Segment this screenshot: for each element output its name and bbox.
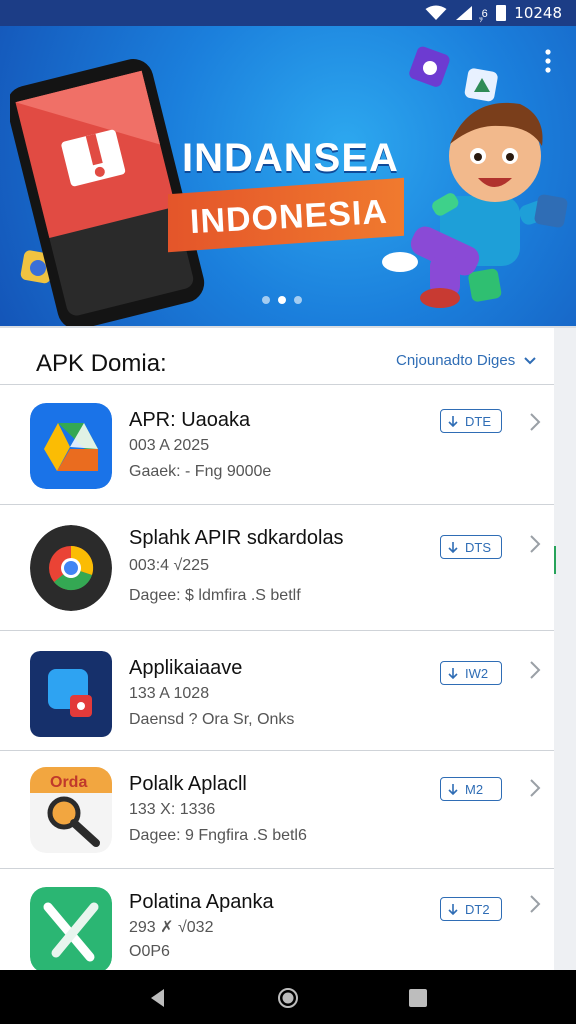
app-meta: Gaaek: - Fng 9000e (129, 463, 272, 480)
tools-icon (30, 887, 112, 973)
status-icons: ᪸᪹6 10248 (425, 3, 562, 23)
recents-icon[interactable] (406, 986, 430, 1010)
battery-icon (496, 5, 507, 21)
app-name: Polalk Aplacll (129, 773, 247, 795)
install-badge[interactable]: M2 (440, 777, 502, 801)
badge-label: DTE (465, 413, 491, 429)
navigation-bar (0, 970, 576, 1024)
app-meta: Daensd ? Ora Sr, Onks (129, 711, 295, 728)
app-date: 003 A 2025 (129, 437, 210, 454)
app-name: Polatina Apanka (129, 891, 274, 913)
chevron-right-icon[interactable] (528, 777, 542, 799)
app-date: 133 X: 1336 (129, 801, 216, 818)
install-badge[interactable]: IW2 (440, 661, 502, 685)
list-item[interactable]: Applikaiaave 133 A 1028 Daensd ? Ora Sr,… (0, 630, 554, 750)
download-icon (448, 668, 458, 680)
search-magnifier-icon: Orda (30, 767, 112, 853)
app-list: APR: Uaoaka 003 A 2025 Gaaek: - Fng 9000… (0, 384, 554, 973)
chevron-right-icon[interactable] (528, 893, 542, 915)
list-item[interactable]: APR: Uaoaka 003 A 2025 Gaaek: - Fng 9000… (0, 384, 554, 504)
scrollbar-thumb[interactable] (554, 546, 556, 574)
phone-illustration (10, 58, 205, 326)
app-date: 133 A 1028 (129, 685, 210, 702)
install-badge[interactable]: DTE (440, 409, 502, 433)
panel-header: APK Domia: Cnjounadto Diges (0, 328, 554, 390)
back-icon[interactable] (146, 986, 170, 1010)
more-vert-icon[interactable] (540, 48, 556, 74)
download-icon (448, 784, 458, 796)
panel-title: APK Domia: (36, 350, 167, 377)
scrollbar-track[interactable] (554, 328, 576, 972)
chrome-icon (30, 525, 112, 611)
google-drive-icon (30, 403, 112, 489)
chevron-down-icon (524, 356, 536, 364)
app-name: Splahk APIR sdkardolas (129, 527, 344, 549)
signal-icon (456, 6, 473, 20)
hero-banner[interactable]: ¦ INDANSEA INDONESIA (0, 26, 576, 326)
filter-dropdown[interactable]: Cnjounadto Diges (396, 352, 537, 369)
list-item[interactable]: Polatina Apanka 293 ✗ √032 O0P6 DT2 (0, 868, 554, 973)
apk-list-panel: APK Domia: Cnjounadto Diges APR: Uaoaka … (0, 326, 576, 973)
list-item[interactable]: Splahk APIR sdkardolas 003:4 √225 Dagee:… (0, 504, 554, 630)
filter-label: Cnjounadto Diges (396, 352, 516, 369)
carousel-dot[interactable] (294, 296, 302, 304)
install-badge[interactable]: DTS (440, 535, 502, 559)
app-meta: Dagee: 9 Fngfira .S betl6 (129, 827, 307, 844)
svg-text:Orda: Orda (50, 774, 87, 791)
list-item[interactable]: Orda Polalk Aplacll 133 X: 1336 Dagee: 9… (0, 750, 554, 868)
carousel-dot-active[interactable] (278, 296, 286, 304)
app-meta: O0P6 (129, 943, 170, 960)
app-date: 293 ✗ √032 (129, 919, 214, 936)
carousel-dots[interactable] (262, 296, 302, 304)
app-meta: Dagee: $ ldmfira .S betlf (129, 587, 301, 604)
carousel-dot[interactable] (262, 296, 270, 304)
badge-label: DTS (465, 539, 491, 555)
install-badge[interactable]: DT2 (440, 897, 502, 921)
app-name: Applikaiaave (129, 657, 243, 679)
download-icon (448, 904, 458, 916)
badge-label: IW2 (465, 665, 489, 681)
mascot-illustration (382, 102, 568, 308)
status-bar: ᪸᪹6 10248 (0, 0, 576, 26)
clock: 10248 (514, 4, 562, 22)
carrier-text: ᪸᪹6 (481, 7, 489, 20)
home-icon[interactable] (276, 986, 300, 1010)
app-name: APR: Uaoaka (129, 409, 251, 431)
app-window-icon (30, 651, 112, 737)
download-icon (448, 542, 458, 554)
badge-label: DT2 (465, 901, 490, 917)
badge-label: M2 (465, 781, 484, 797)
chevron-right-icon[interactable] (528, 659, 542, 681)
chevron-right-icon[interactable] (528, 533, 542, 555)
chevron-right-icon[interactable] (528, 411, 542, 433)
download-icon (448, 416, 458, 428)
wifi-icon (425, 5, 447, 20)
app-date: 003:4 √225 (129, 557, 209, 574)
hero-title-line1: INDANSEA (182, 136, 399, 180)
